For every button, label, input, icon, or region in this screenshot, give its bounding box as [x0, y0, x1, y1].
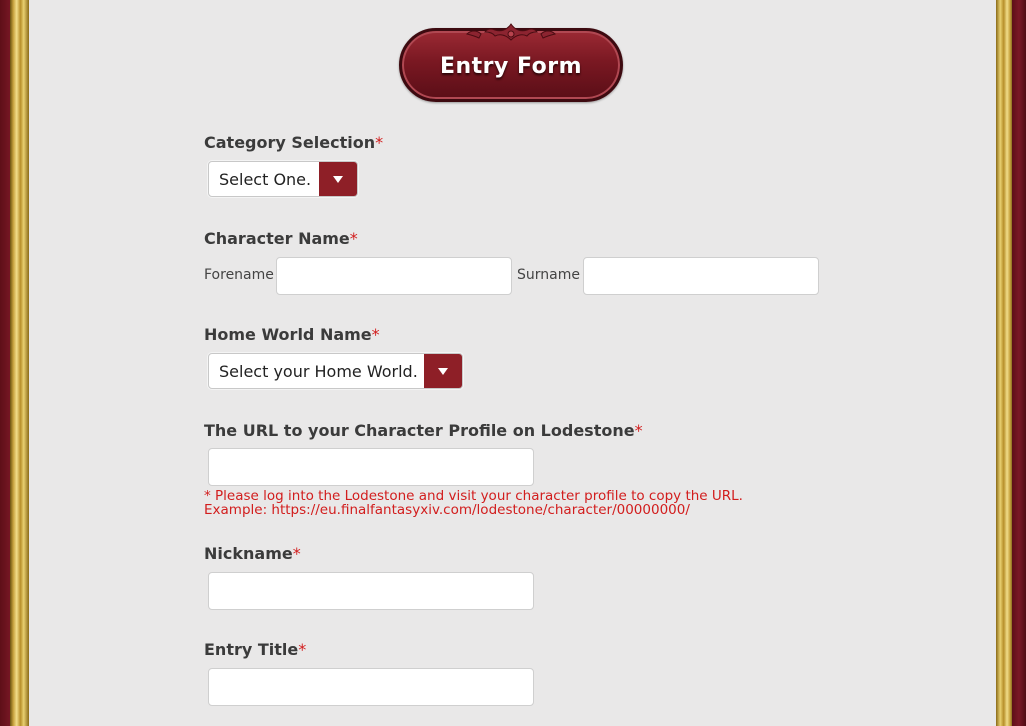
required-mark: * [349, 229, 358, 248]
entry-title-label-text: Entry Title [204, 640, 299, 659]
required-mark: * [292, 544, 301, 563]
nickname-input[interactable] [208, 572, 534, 610]
surname-label: Surname [517, 267, 580, 283]
chevron-down-icon [438, 368, 448, 375]
required-mark: * [634, 421, 643, 440]
entry-title-label: Entry Title* [204, 640, 306, 659]
form-title: Entry Form [439, 54, 583, 79]
required-mark: * [375, 133, 384, 152]
entry-title-input[interactable] [208, 668, 534, 706]
home-world-dropdown-button[interactable] [424, 354, 462, 388]
required-mark: * [371, 325, 380, 344]
title-badge: Entry Form [399, 20, 623, 104]
character-name-label: Character Name* [204, 229, 358, 248]
home-world-label-text: Home World Name [204, 325, 372, 344]
nickname-label: Nickname* [204, 544, 301, 563]
nickname-label-text: Nickname [204, 544, 293, 563]
home-world-select-value: Select your Home World. [219, 362, 418, 381]
chevron-down-icon [333, 176, 343, 183]
required-mark: * [298, 640, 307, 659]
ornament-icon [466, 23, 556, 41]
character-name-label-text: Character Name [204, 229, 350, 248]
home-world-label: Home World Name* [204, 325, 380, 344]
category-dropdown-button[interactable] [319, 162, 357, 196]
forename-label: Forename [204, 267, 274, 283]
category-select[interactable]: Select One. [208, 161, 358, 197]
lodestone-url-label: The URL to your Character Profile on Lod… [204, 421, 643, 440]
lodestone-url-example: Example: https://eu.finalfantasyxiv.com/… [204, 502, 690, 518]
forename-input[interactable] [276, 257, 512, 295]
form-panel [29, 0, 996, 726]
frame-right-border [1012, 0, 1026, 726]
home-world-select[interactable]: Select your Home World. [208, 353, 463, 389]
gold-trim-left [10, 0, 29, 726]
gold-trim-right [996, 0, 1013, 726]
lodestone-url-input[interactable] [208, 448, 534, 486]
lodestone-url-label-text: The URL to your Character Profile on Lod… [204, 421, 635, 440]
category-select-value: Select One. [219, 170, 312, 189]
category-label-text: Category Selection [204, 133, 376, 152]
category-label: Category Selection* [204, 133, 383, 152]
surname-input[interactable] [583, 257, 819, 295]
